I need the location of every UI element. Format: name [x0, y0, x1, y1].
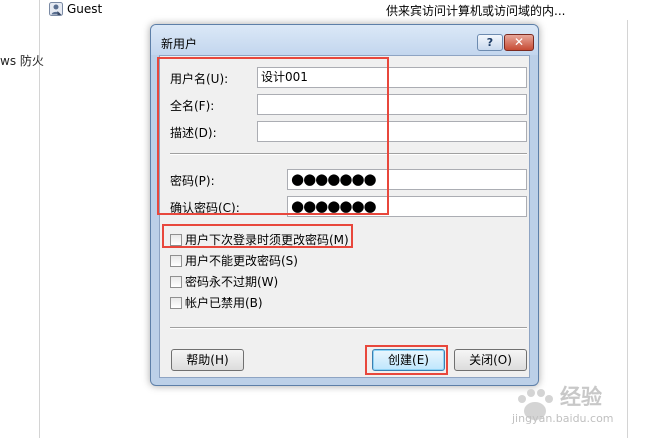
help-title-button[interactable]: ?	[477, 34, 503, 51]
background-user-row[interactable]	[41, 0, 665, 20]
checkbox-account-disabled[interactable]: 帐户已禁用(B)	[170, 294, 263, 311]
background-side-text: ws 防火	[0, 54, 44, 68]
background-right-pane	[627, 20, 665, 438]
highlight-box-fields	[157, 57, 389, 215]
separator	[170, 327, 527, 329]
close-button[interactable]: 关闭(O)	[454, 349, 527, 371]
checkbox-box[interactable]	[170, 296, 182, 309]
checkbox-label: 帐户已禁用(B)	[185, 296, 263, 310]
checkbox-box[interactable]	[170, 275, 182, 288]
background-user-description: 供来宾访问计算机或访问域的内...	[386, 4, 566, 18]
highlight-box-create	[365, 345, 448, 375]
checkbox-box[interactable]	[170, 254, 182, 267]
checkbox-password-never-expires[interactable]: 密码永不过期(W)	[170, 273, 278, 290]
dialog-titlebar[interactable]: 新用户 ? ✕	[151, 25, 538, 55]
checkbox-label: 用户不能更改密码(S)	[185, 254, 298, 268]
highlight-box-checkbox	[162, 224, 353, 248]
checkbox-label: 密码永不过期(W)	[185, 275, 279, 289]
checkbox-cannot-change-password[interactable]: 用户不能更改密码(S)	[170, 252, 298, 269]
help-button[interactable]: 帮助(H)	[171, 349, 244, 371]
watermark-text: 经验	[560, 385, 602, 409]
close-title-button[interactable]: ✕	[504, 34, 534, 51]
watermark-url: jingyan.baidu.com	[512, 412, 614, 425]
user-icon	[49, 2, 63, 16]
dialog-title: 新用户	[161, 37, 198, 51]
background-user-name: Guest	[67, 2, 103, 16]
